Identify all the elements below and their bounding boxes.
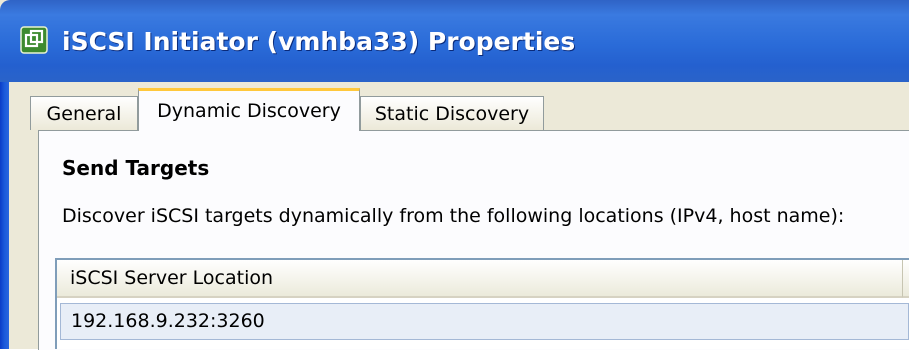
table-row[interactable]: 192.168.9.232:3260 <box>60 303 909 340</box>
section-description: Discover iSCSI targets dynamically from … <box>62 205 845 227</box>
tab-general[interactable]: General <box>30 96 138 130</box>
column-header-server-location[interactable]: iSCSI Server Location <box>57 260 903 298</box>
section-heading: Send Targets <box>62 156 210 180</box>
properties-dialog: iSCSI Initiator (vmhba33) Properties Gen… <box>0 0 909 350</box>
column-header-filler <box>903 260 909 298</box>
vsphere-logo-icon <box>20 26 48 54</box>
window-frame-left <box>0 82 9 349</box>
tab-dynamic-discovery[interactable]: Dynamic Discovery <box>138 88 360 131</box>
window-title: iSCSI Initiator (vmhba33) Properties <box>62 27 576 56</box>
tab-label: Static Discovery <box>374 102 530 125</box>
tab-label: General <box>46 102 122 125</box>
title-bar[interactable]: iSCSI Initiator (vmhba33) Properties <box>0 0 909 82</box>
tab-static-discovery[interactable]: Static Discovery <box>360 96 544 130</box>
tab-label: Dynamic Discovery <box>157 100 341 122</box>
